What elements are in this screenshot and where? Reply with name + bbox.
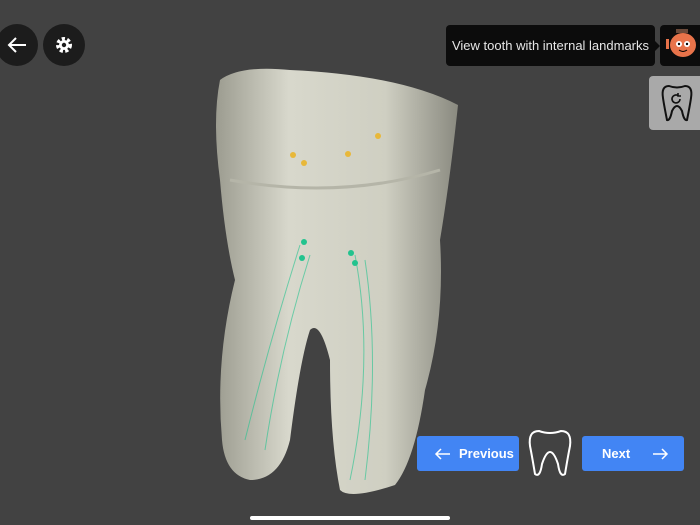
arrow-left-icon (434, 447, 450, 460)
gear-icon (56, 37, 72, 53)
tooth-icon (528, 429, 572, 476)
tooth-rotate-icon (661, 84, 693, 122)
next-button[interactable]: Next (582, 436, 684, 471)
settings-button[interactable] (43, 24, 85, 66)
reset-view-button[interactable] (649, 76, 700, 130)
tooth-3d-model[interactable] (200, 60, 470, 500)
previous-button[interactable]: Previous (417, 436, 519, 471)
mascot-avatar[interactable] (660, 25, 700, 66)
tooltip: View tooth with internal landmarks (446, 25, 660, 66)
brain-mascot-icon (666, 29, 696, 57)
home-indicator[interactable] (250, 516, 450, 520)
previous-label: Previous (459, 446, 514, 461)
back-button[interactable] (0, 24, 38, 66)
arrow-left-icon (7, 37, 26, 53)
next-label: Next (602, 446, 631, 461)
arrow-right-icon (653, 447, 669, 460)
tooltip-text: View tooth with internal landmarks (451, 38, 650, 53)
